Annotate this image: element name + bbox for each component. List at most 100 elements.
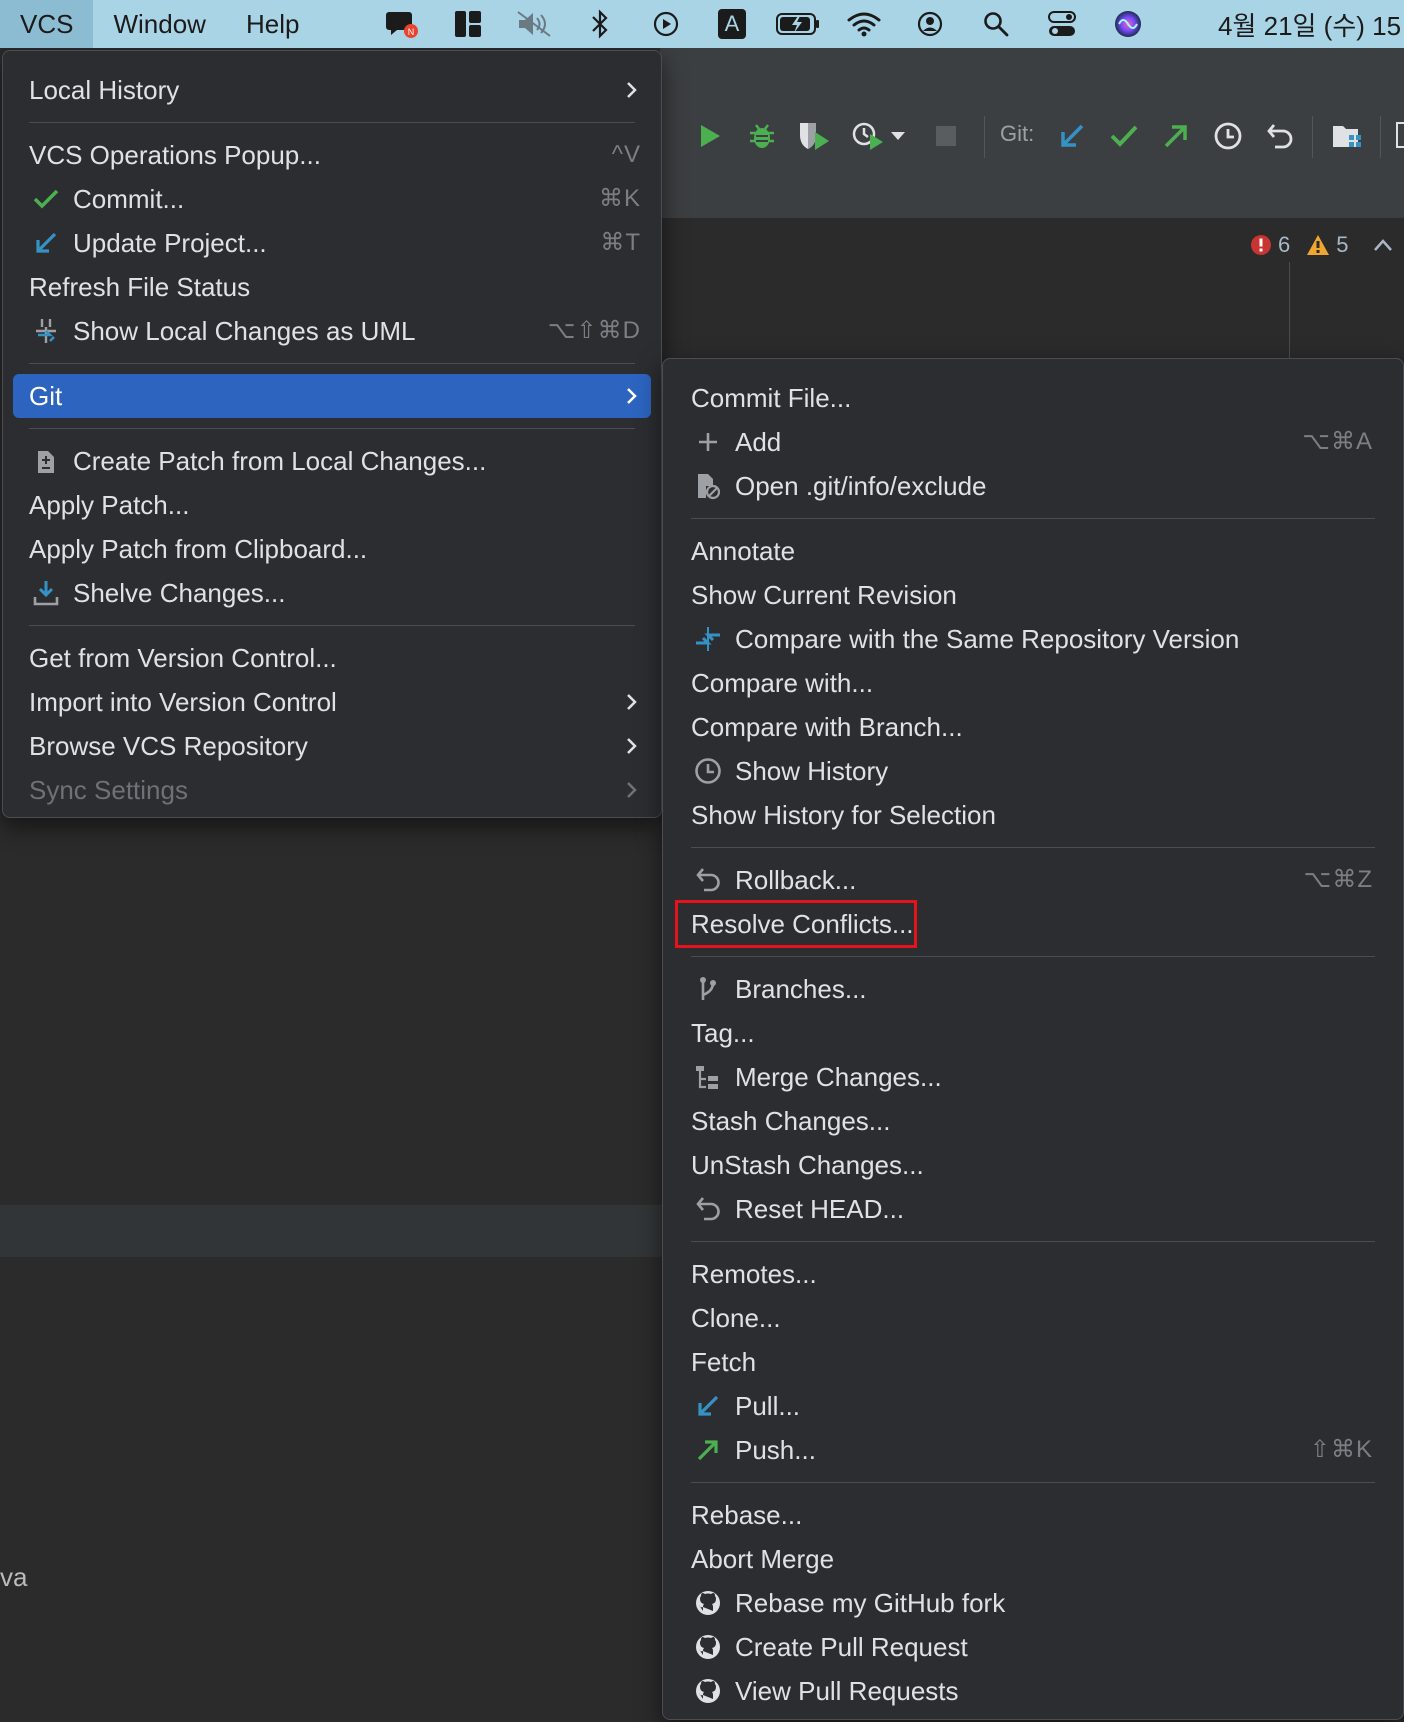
menu-item-unstash-changes[interactable]: UnStash Changes... bbox=[663, 1143, 1403, 1187]
bluetooth-icon[interactable] bbox=[578, 4, 622, 44]
menu-item-shortcut: ⌘K bbox=[598, 185, 641, 212]
menu-item-clone[interactable]: Clone... bbox=[663, 1296, 1403, 1340]
battery-icon[interactable] bbox=[776, 4, 820, 44]
menubar-help[interactable]: Help bbox=[226, 0, 319, 48]
menu-item-branches[interactable]: Branches... bbox=[663, 967, 1403, 1011]
tool-window-header bbox=[0, 1205, 662, 1257]
menu-item-open-git-exclude[interactable]: Open .git/info/exclude bbox=[663, 464, 1403, 508]
menu-item-label: Remotes... bbox=[691, 1259, 817, 1289]
menu-item-vcs-operations-popup[interactable]: VCS Operations Popup... ^V bbox=[3, 133, 661, 177]
menu-separator bbox=[691, 847, 1375, 848]
history-icon[interactable] bbox=[1210, 118, 1246, 154]
menu-item-compare-with[interactable]: Compare with... bbox=[663, 661, 1403, 705]
menu-item-refresh-file-status[interactable]: Refresh File Status bbox=[3, 265, 661, 309]
menu-item-label: Local History bbox=[29, 75, 180, 105]
menubar-clock[interactable]: 4월 21일 (수) 15 bbox=[1218, 0, 1401, 48]
chevron-down-icon[interactable] bbox=[886, 118, 910, 154]
menu-item-label: Browse VCS Repository bbox=[29, 731, 308, 761]
menu-item-label: Show History for Selection bbox=[691, 800, 996, 830]
menubar-vcs[interactable]: VCS bbox=[0, 0, 94, 48]
menu-item-label: Sync Settings bbox=[29, 775, 188, 805]
control-center-icon[interactable] bbox=[1040, 4, 1084, 44]
plus-icon bbox=[693, 427, 723, 457]
menu-item-commit[interactable]: Commit... ⌘K bbox=[3, 177, 661, 221]
menu-separator bbox=[29, 428, 635, 429]
menu-item-compare-with-branch[interactable]: Compare with Branch... bbox=[663, 705, 1403, 749]
chevron-up-icon[interactable] bbox=[1373, 238, 1393, 252]
menu-item-fetch[interactable]: Fetch bbox=[663, 1340, 1403, 1384]
git-commit-icon[interactable] bbox=[1106, 118, 1142, 154]
debug-icon[interactable] bbox=[744, 118, 780, 154]
menu-item-shelve-changes[interactable]: Shelve Changes... bbox=[3, 571, 661, 615]
check-icon bbox=[31, 184, 61, 214]
menu-item-remotes[interactable]: Remotes... bbox=[663, 1252, 1403, 1296]
menu-item-create-patch[interactable]: Create Patch from Local Changes... bbox=[3, 439, 661, 483]
git-update-icon[interactable] bbox=[1054, 118, 1090, 154]
menu-item-abort-merge[interactable]: Abort Merge bbox=[663, 1537, 1403, 1581]
menu-item-sync-settings: Sync Settings bbox=[3, 768, 661, 812]
menu-item-git[interactable]: Git bbox=[13, 374, 651, 418]
input-source-icon[interactable]: A bbox=[710, 4, 754, 44]
menu-item-rebase-github-fork[interactable]: Rebase my GitHub fork bbox=[663, 1581, 1403, 1625]
git-push-icon[interactable] bbox=[1158, 118, 1194, 154]
menu-item-create-pull-request[interactable]: Create Pull Request bbox=[663, 1625, 1403, 1669]
menu-item-view-pull-requests[interactable]: View Pull Requests bbox=[663, 1669, 1403, 1713]
profile-icon[interactable] bbox=[850, 118, 886, 154]
notification-icon[interactable]: N bbox=[380, 4, 424, 44]
run-icon[interactable] bbox=[692, 118, 728, 154]
git-toolbar-label: Git: bbox=[1000, 121, 1035, 146]
menu-item-label: Create Patch from Local Changes... bbox=[73, 446, 487, 476]
menu-item-browse-vcs-repository[interactable]: Browse VCS Repository bbox=[3, 724, 661, 768]
merge-icon bbox=[693, 1062, 723, 1092]
menubar-window[interactable]: Window bbox=[93, 0, 225, 48]
menu-item-label: Fetch bbox=[691, 1347, 757, 1377]
menu-item-pull[interactable]: Pull... bbox=[663, 1384, 1403, 1428]
menu-item-local-history[interactable]: Local History bbox=[3, 68, 661, 112]
coverage-icon[interactable] bbox=[796, 118, 832, 154]
menu-item-show-history[interactable]: Show History bbox=[663, 749, 1403, 793]
toolbar-overflow-icon[interactable] bbox=[1396, 122, 1404, 148]
menu-item-apply-patch-clipboard[interactable]: Apply Patch from Clipboard... bbox=[3, 527, 661, 571]
play-icon[interactable] bbox=[644, 4, 688, 44]
layout-icon[interactable] bbox=[446, 4, 490, 44]
menu-item-label: Import into Version Control bbox=[29, 687, 337, 717]
project-structure-icon[interactable] bbox=[1330, 118, 1366, 154]
inspection-widget[interactable]: 6 5 bbox=[1250, 232, 1393, 258]
menu-item-get-from-vcs[interactable]: Get from Version Control... bbox=[3, 636, 661, 680]
menu-item-show-local-changes-uml[interactable]: Show Local Changes as UML ⌥⇧⌘D bbox=[3, 309, 661, 353]
menu-item-label: Add bbox=[735, 427, 782, 457]
menu-item-push[interactable]: Push... ⇧⌘K bbox=[663, 1428, 1403, 1472]
menu-item-label: Rebase... bbox=[691, 1500, 803, 1530]
user-icon[interactable] bbox=[908, 4, 952, 44]
menu-item-import-into-vcs[interactable]: Import into Version Control bbox=[3, 680, 661, 724]
stop-icon bbox=[928, 118, 964, 154]
menu-item-show-current-revision[interactable]: Show Current Revision bbox=[663, 573, 1403, 617]
menu-item-rollback[interactable]: Rollback... ⌥⌘Z bbox=[663, 858, 1403, 902]
mute-icon[interactable] bbox=[512, 4, 556, 44]
menu-item-merge-changes[interactable]: Merge Changes... bbox=[663, 1055, 1403, 1099]
menu-item-label: Stash Changes... bbox=[691, 1106, 891, 1136]
menu-item-reset-head[interactable]: Reset HEAD... bbox=[663, 1187, 1403, 1231]
menu-item-update-project[interactable]: Update Project... ⌘T bbox=[3, 221, 661, 265]
rollback-icon[interactable] bbox=[1262, 118, 1298, 154]
wifi-icon[interactable] bbox=[842, 4, 886, 44]
menu-item-label: View Pull Requests bbox=[735, 1676, 959, 1706]
menu-item-apply-patch[interactable]: Apply Patch... bbox=[3, 483, 661, 527]
menu-item-label: Compare with... bbox=[691, 668, 874, 698]
menu-item-resolve-conflicts[interactable]: Resolve Conflicts... bbox=[663, 900, 1403, 948]
input-source-label: A bbox=[718, 9, 746, 39]
menu-item-label: Abort Merge bbox=[691, 1544, 835, 1574]
menu-item-shortcut: ⌥⇧⌘D bbox=[547, 317, 641, 344]
menu-item-show-history-selection[interactable]: Show History for Selection bbox=[663, 793, 1403, 837]
siri-icon[interactable] bbox=[1106, 4, 1150, 44]
menu-item-compare-same-repo-version[interactable]: Compare with the Same Repository Version bbox=[663, 617, 1403, 661]
menu-item-label: Reset HEAD... bbox=[735, 1194, 905, 1224]
menu-item-stash-changes[interactable]: Stash Changes... bbox=[663, 1099, 1403, 1143]
menu-item-rebase[interactable]: Rebase... bbox=[663, 1493, 1403, 1537]
menu-item-shortcut: ⌥⌘Z bbox=[1303, 866, 1373, 893]
menu-item-tag[interactable]: Tag... bbox=[663, 1011, 1403, 1055]
search-icon[interactable] bbox=[974, 4, 1018, 44]
menu-item-add[interactable]: Add ⌥⌘A bbox=[663, 420, 1403, 464]
menu-item-annotate[interactable]: Annotate bbox=[663, 529, 1403, 573]
menu-item-commit-file[interactable]: Commit File... bbox=[663, 376, 1403, 420]
